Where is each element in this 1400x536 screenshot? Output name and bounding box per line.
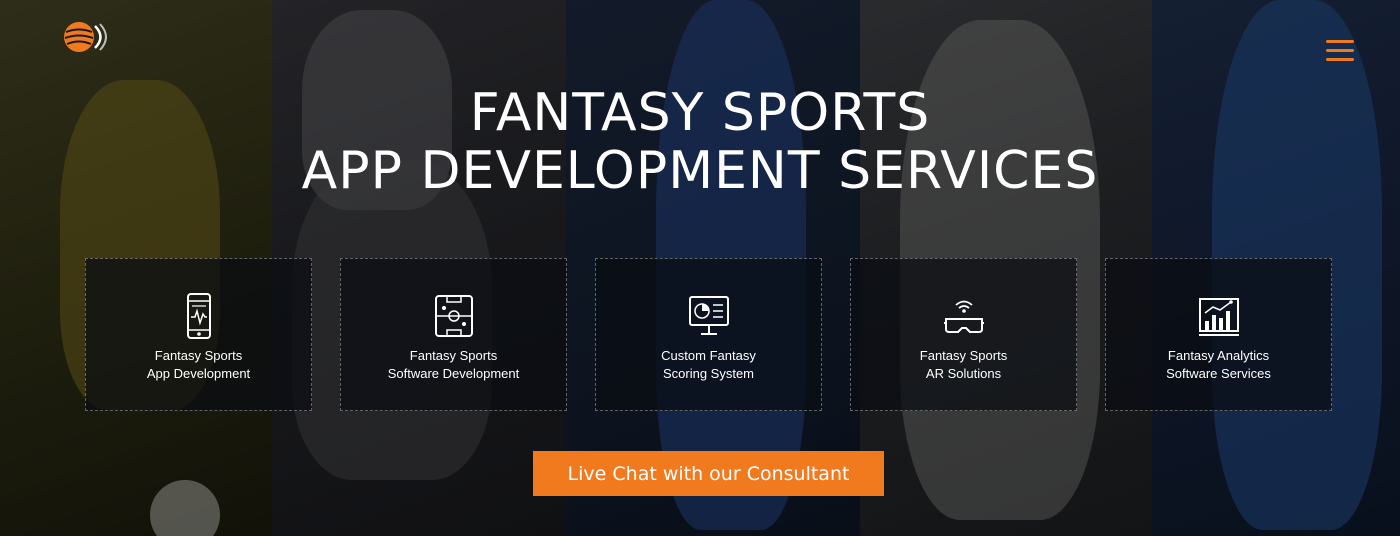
- service-label-line2: Scoring System: [662, 366, 755, 381]
- service-label-line1: Fantasy Analytics: [1167, 348, 1270, 363]
- service-label-line1: Fantasy Sports: [919, 348, 1008, 363]
- service-card-analytics[interactable]: Fantasy Analytics Software Services: [1105, 258, 1332, 411]
- mobile-app-icon: [186, 293, 211, 339]
- service-label-line1: Fantasy Sports: [154, 348, 243, 363]
- service-cards: Fantasy Sports App Development Fantasy S…: [85, 258, 1332, 411]
- service-label-line2: Software Services: [1166, 366, 1271, 381]
- vr-headset-icon: [943, 300, 984, 333]
- hamburger-menu-icon[interactable]: [1326, 40, 1354, 66]
- service-label-line1: Fantasy Sports: [409, 348, 498, 363]
- company-logo[interactable]: [62, 20, 112, 54]
- service-card-software-development[interactable]: Fantasy Sports Software Development: [340, 258, 567, 411]
- analytics-chart-icon: [1198, 298, 1239, 336]
- page-title: FANTASY SPORTS APP DEVELOPMENT SERVICES: [0, 84, 1400, 200]
- title-line-1: FANTASY SPORTS: [469, 83, 931, 143]
- service-label-line2: Software Development: [387, 366, 520, 381]
- service-label-line2: AR Solutions: [925, 366, 1002, 381]
- title-line-2: APP DEVELOPMENT SERVICES: [301, 141, 1099, 201]
- service-card-app-development[interactable]: Fantasy Sports App Development: [85, 258, 312, 411]
- service-card-scoring-system[interactable]: Custom Fantasy Scoring System: [595, 258, 822, 411]
- sports-field-icon: [434, 295, 473, 337]
- hero-section: FANTASY SPORTS APP DEVELOPMENT SERVICES …: [0, 0, 1400, 536]
- live-chat-button[interactable]: Live Chat with our Consultant: [533, 451, 884, 496]
- service-card-ar-solutions[interactable]: Fantasy Sports AR Solutions: [850, 258, 1077, 411]
- monitor-chart-icon: [688, 296, 729, 335]
- service-label-line1: Custom Fantasy: [661, 348, 756, 363]
- service-label-line2: App Development: [146, 366, 251, 381]
